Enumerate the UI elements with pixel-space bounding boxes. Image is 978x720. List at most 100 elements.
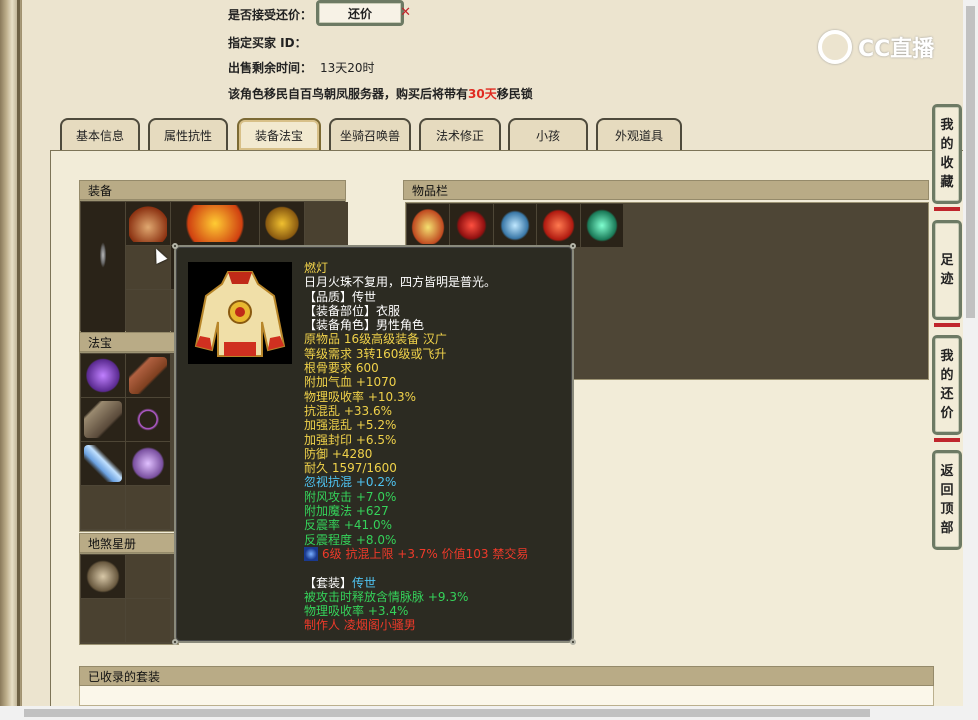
treasure-slot[interactable] [126, 442, 170, 485]
treasure-whip-icon [129, 401, 167, 438]
tooltip-corner [570, 243, 576, 249]
set-name: 传世 [352, 575, 377, 590]
counter-offer-button[interactable]: 还价 ✕ [316, 0, 411, 26]
gem-icon [304, 546, 318, 561]
side-btn-char: 我 [940, 118, 954, 133]
vertical-scrollbar[interactable] [963, 0, 978, 706]
star-book-slot[interactable] [81, 555, 125, 598]
stat-line-green: 附风攻击 +7.0% [304, 489, 397, 504]
buyer-label: 指定买家 ID： [228, 36, 307, 50]
my-counter-offers-button[interactable]: 我 的 还 价 [932, 335, 962, 435]
treasure-claw-icon [84, 357, 122, 394]
star-book-figure-icon [84, 558, 122, 595]
equip-slot-hat[interactable] [126, 202, 170, 245]
inventory-slot[interactable] [580, 204, 624, 247]
tab-label: 属性抗性 [163, 128, 212, 143]
ice-crystal-icon [496, 207, 534, 244]
fire-gem-icon [540, 207, 577, 244]
star-book-slot-empty[interactable] [126, 555, 170, 598]
treasure-slot-empty[interactable] [126, 486, 170, 529]
migration-days: 30天 [468, 87, 497, 101]
inventory-slot[interactable] [407, 204, 450, 247]
side-btn-char: 收 [940, 156, 954, 171]
stat-line: 物理吸收率 +10.3% [304, 389, 416, 404]
treasure-slot[interactable] [126, 354, 170, 397]
my-favorites-button[interactable]: 我 的 收 藏 [932, 104, 962, 204]
tab-children[interactable]: 小孩 [508, 118, 588, 150]
treasure-header: 法宝 [79, 332, 179, 352]
robe-icon [410, 207, 447, 244]
equipment-title: 装备 [88, 183, 113, 198]
item-description: 日月火珠不复用，四方皆明是普光。 [304, 275, 497, 290]
equip-slot-necklace[interactable] [171, 202, 259, 245]
gem-line: 6级 抗混上限 +3.7% 价值103 禁交易 [304, 546, 569, 561]
jade-gem-icon [583, 207, 621, 244]
equip-slot-empty[interactable] [126, 290, 170, 333]
treasure-tablet-icon [84, 401, 122, 438]
tab-mounts-summons[interactable]: 坐骑召唤兽 [329, 118, 411, 150]
accept-counter-label: 是否接受还价： [228, 8, 313, 22]
page-frame: 是否接受还价： 还价 ✕ 指定买家 ID： 出售剩余时间： 13天20时 该角色移… [0, 0, 978, 720]
stat-line-green: 反震率 +41.0% [304, 518, 392, 533]
side-btn-char: 的 [940, 368, 954, 383]
scrollbar-thumb[interactable] [24, 709, 870, 717]
star-book-slot-empty[interactable] [81, 599, 125, 642]
treasure-talisman-icon [129, 357, 167, 394]
side-divider [934, 323, 960, 327]
inventory-header: 物品栏 [403, 180, 929, 200]
inventory-title: 物品栏 [412, 183, 449, 198]
stat-line: 耐久 1597/1600 [304, 461, 397, 476]
treasure-bell-icon [129, 445, 167, 482]
hat-icon [129, 205, 167, 242]
cc-logo-icon [818, 30, 852, 64]
side-divider [934, 438, 960, 442]
weapon-icon [84, 205, 122, 330]
item-role: 【装备角色】男性角色 [304, 318, 425, 333]
tab-label: 法术修正 [435, 128, 484, 143]
star-book-grid [79, 553, 179, 645]
item-bone-req: 根骨要求 600 [304, 361, 379, 376]
tab-basic-info[interactable]: 基本信息 [60, 118, 140, 150]
treasure-slot[interactable] [81, 398, 125, 441]
item-maker: 制作人 凌烟阁小骚男 [304, 618, 416, 633]
tooltip-corner [172, 243, 178, 249]
inventory-slot[interactable] [450, 204, 493, 247]
footprint-button[interactable]: 足 迹 [932, 220, 962, 320]
treasure-slot-empty[interactable] [81, 486, 125, 529]
equip-slot-weapon[interactable] [81, 202, 125, 333]
migration-suffix: 移民锁 [496, 87, 533, 101]
tab-attributes[interactable]: 属性抗性 [148, 118, 228, 150]
side-btn-char: 还 [940, 387, 954, 402]
treasure-slot[interactable] [81, 442, 125, 485]
tab-appearance[interactable]: 外观道具 [596, 118, 682, 150]
set-effect: 被攻击时释放含情脉脉 +9.3% [304, 589, 469, 604]
necklace-icon [174, 205, 256, 242]
tab-label: 装备法宝 [254, 128, 303, 143]
equip-slot-mask[interactable] [260, 202, 304, 245]
tooltip-text: 燃灯 日月火珠不复用，四方皆明是普光。 【品质】传世 【装备部位】衣服 【装备角… [304, 261, 569, 633]
horizontal-scrollbar[interactable] [0, 706, 978, 720]
inventory-slot[interactable] [493, 204, 537, 247]
item-quality: 【品质】传世 [304, 289, 377, 304]
set-label: 【套装】 [304, 575, 353, 590]
remaining-value: 13天20时 [320, 61, 375, 75]
treasure-slot[interactable] [81, 354, 125, 397]
watermark-text: CC直播 [858, 37, 935, 62]
stat-line: 附加气血 +1070 [304, 375, 397, 390]
item-preview-image [188, 262, 292, 364]
side-btn-char: 迹 [940, 272, 954, 287]
tab-equipment[interactable]: 装备法宝 [237, 118, 321, 150]
back-to-top-button[interactable]: 返 回 顶 部 [932, 450, 962, 550]
collected-sets-title: 已收录的套装 [88, 669, 161, 684]
close-icon: ✕ [400, 5, 411, 20]
stat-line-green: 反震程度 +8.0% [304, 532, 397, 547]
tab-spell-correction[interactable]: 法术修正 [419, 118, 501, 150]
star-book-slot-empty[interactable] [126, 599, 170, 642]
scrollbar-thumb[interactable] [966, 6, 975, 318]
equip-slot-empty[interactable] [305, 202, 348, 245]
collected-sets-body [79, 686, 934, 706]
treasure-slot[interactable] [126, 398, 170, 441]
side-btn-char: 价 [940, 406, 954, 421]
inventory-slot[interactable] [537, 204, 580, 247]
accept-counter-row: 是否接受还价： [228, 6, 312, 23]
